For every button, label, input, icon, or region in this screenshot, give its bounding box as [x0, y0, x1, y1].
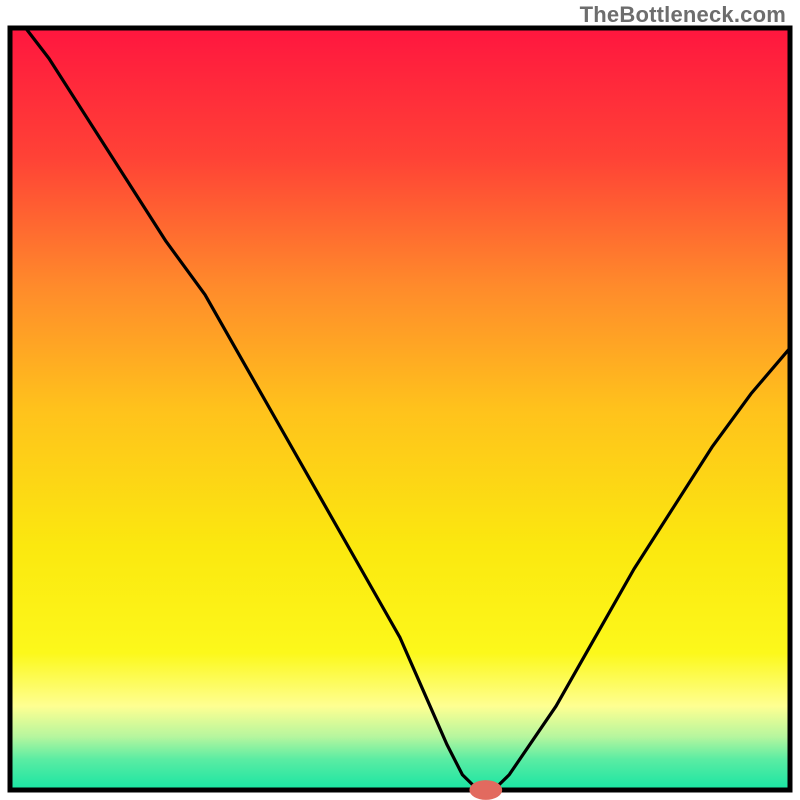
bottleneck-point-marker: [469, 780, 502, 800]
bottleneck-plot: [0, 0, 800, 800]
plot-background: [10, 28, 790, 790]
watermark-label: TheBottleneck.com: [580, 2, 786, 28]
